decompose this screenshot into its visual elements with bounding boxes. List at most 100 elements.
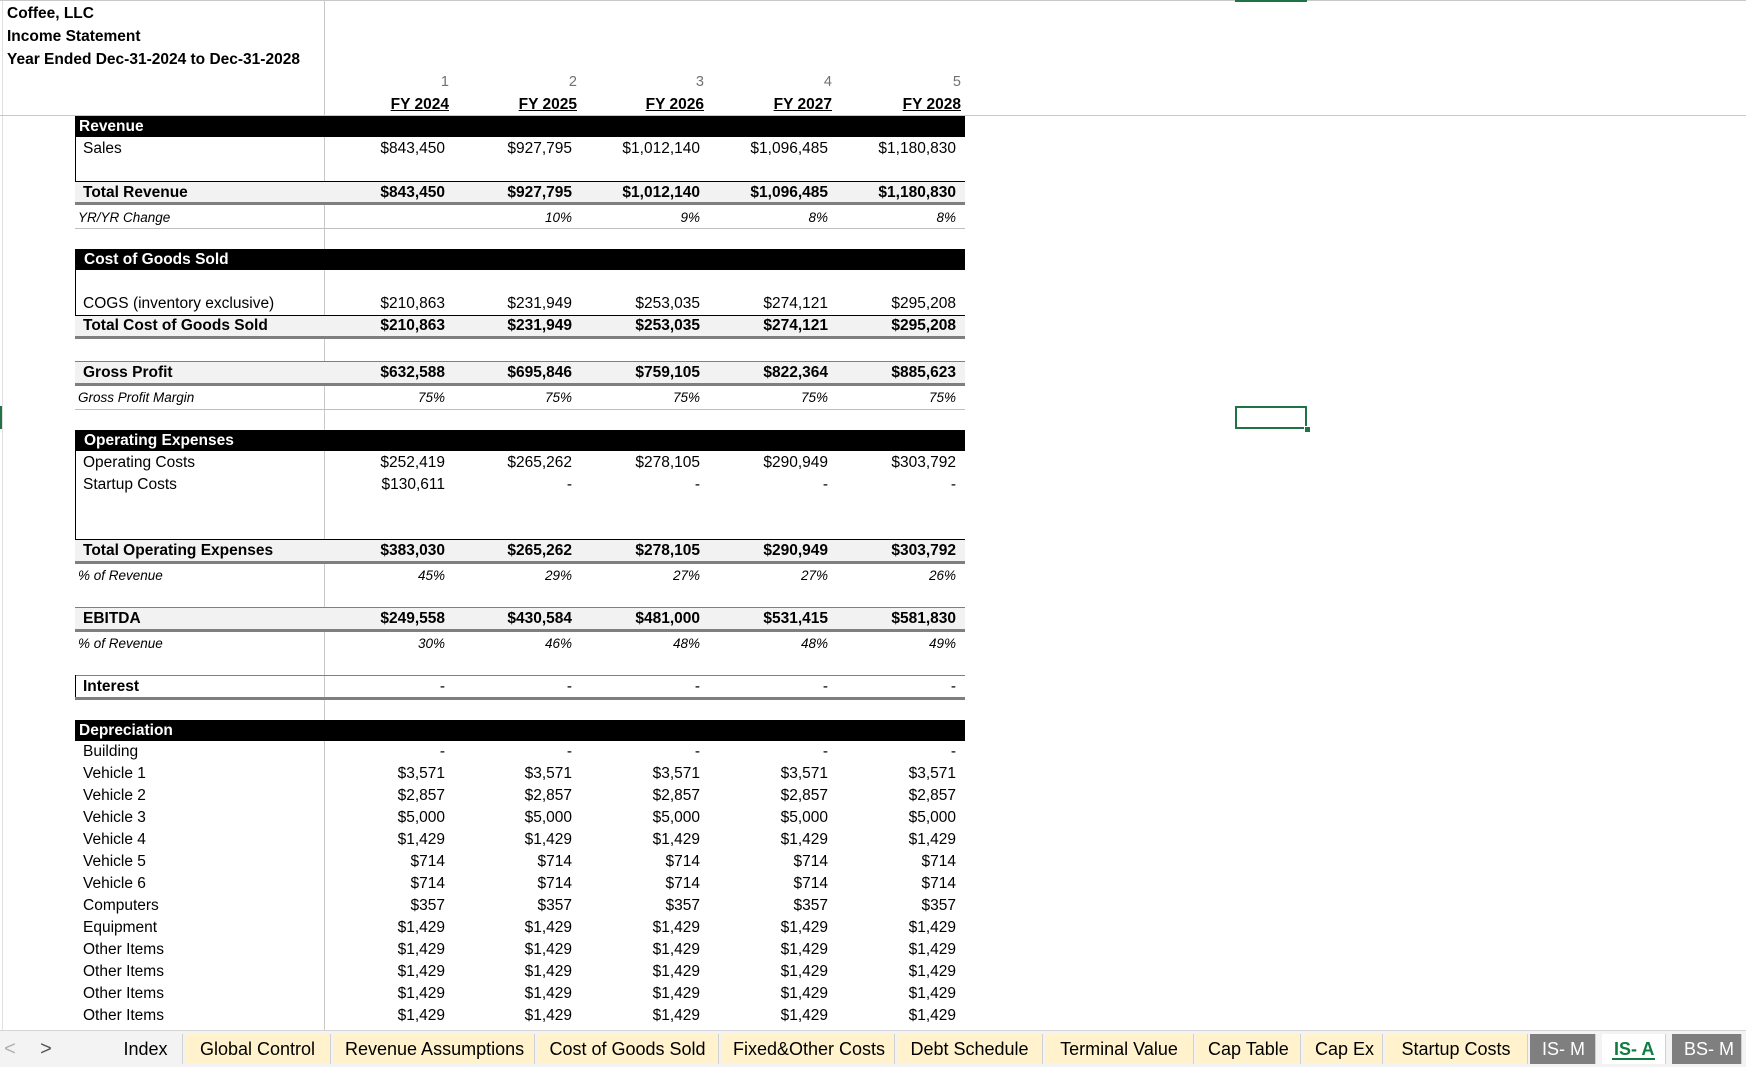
row-label-depreciation-item: Computers — [83, 897, 159, 914]
depreciation-value: $1,429 — [397, 941, 445, 958]
interest-value: - — [694, 678, 700, 695]
depreciation-value: $2,857 — [780, 787, 828, 804]
depreciation-value: $5,000 — [908, 809, 956, 826]
depreciation-value: $3,571 — [524, 765, 572, 782]
sheet-tab[interactable]: Cap Ex — [1303, 1034, 1383, 1064]
depreciation-value: $357 — [921, 897, 956, 914]
startup-costs-value: - — [822, 476, 828, 493]
depreciation-value: $1,429 — [908, 985, 956, 1002]
gross-margin-value: 75% — [417, 390, 445, 405]
depreciation-value: $1,429 — [780, 831, 828, 848]
ebitda-pct-value: 48% — [800, 636, 828, 651]
row-label-interest: Interest — [83, 678, 139, 695]
row-label-depreciation-item: Other Items — [83, 963, 164, 980]
yoy-change-value: 8% — [936, 210, 956, 225]
depreciation-value: $3,571 — [397, 765, 445, 782]
depreciation-value: $1,429 — [397, 831, 445, 848]
ebitda-value: $581,830 — [891, 610, 956, 627]
depreciation-value: $1,429 — [524, 941, 572, 958]
row-label-operating-costs: Operating Costs — [83, 454, 195, 471]
depreciation-value: - — [566, 743, 572, 760]
sales-value: $927,795 — [507, 140, 572, 157]
sheet-tab[interactable]: BS- M — [1672, 1034, 1742, 1064]
depreciation-value: - — [950, 743, 956, 760]
operating-costs-value: $303,792 — [891, 454, 956, 471]
depreciation-value: $1,429 — [652, 941, 700, 958]
box-border — [75, 675, 76, 697]
row-label-depreciation-item: Vehicle 3 — [83, 809, 146, 826]
yoy-change-value: 9% — [680, 210, 700, 225]
total-underline — [75, 202, 965, 205]
gross-profit-value: $695,846 — [507, 364, 572, 381]
depreciation-value: - — [439, 743, 445, 760]
scroll-tabs-right-icon[interactable]: > — [36, 1031, 56, 1067]
gross-profit-value: $885,623 — [891, 364, 956, 381]
sheet-tab[interactable]: Terminal Value — [1045, 1034, 1194, 1064]
yoy-change-value: 10% — [544, 210, 572, 225]
spreadsheet-grid[interactable]: Coffee, LLC Income Statement Year Ended … — [0, 0, 1746, 1030]
ebitda-value: $249,558 — [380, 610, 445, 627]
column-number: 1 — [440, 74, 449, 90]
row-label-depreciation-item: Vehicle 6 — [83, 875, 146, 892]
depreciation-value: - — [822, 743, 828, 760]
ebitda-value: $481,000 — [635, 610, 700, 627]
depreciation-value: $1,429 — [908, 963, 956, 980]
row-label-total-revenue: Total Revenue — [83, 184, 188, 201]
row-label-ebitda: EBITDA — [83, 610, 141, 627]
row-label-yoy-change: YR/YR Change — [78, 210, 171, 225]
depreciation-value: $1,429 — [780, 1007, 828, 1024]
depreciation-value: $1,429 — [524, 985, 572, 1002]
sheet-tab[interactable]: IS- M — [1530, 1034, 1596, 1064]
scroll-tabs-left-icon[interactable]: < — [0, 1031, 20, 1067]
selected-cell[interactable] — [1235, 406, 1307, 429]
box-border — [75, 137, 76, 182]
gross-margin-value: 75% — [928, 390, 956, 405]
sheet-tab[interactable]: IS- A — [1602, 1034, 1666, 1064]
total-underline — [75, 697, 965, 700]
depreciation-value: $2,857 — [524, 787, 572, 804]
fill-handle[interactable] — [1304, 426, 1311, 433]
fiscal-year-header: FY 2027 — [773, 96, 832, 113]
sales-value: $1,096,485 — [750, 140, 828, 157]
sheet-tab[interactable]: Revenue Assumptions — [333, 1034, 535, 1064]
sheet-tab[interactable]: Debt Schedule — [897, 1034, 1043, 1064]
interest-value: - — [566, 678, 572, 695]
box-border — [75, 270, 76, 315]
total-underline — [75, 561, 965, 564]
section-header-opex: Operating Expenses — [75, 430, 965, 451]
sheet-tab[interactable]: Index — [109, 1034, 183, 1064]
depreciation-value: $1,429 — [397, 1007, 445, 1024]
sheet-tab[interactable]: Startup Costs — [1385, 1034, 1528, 1064]
total-underline — [75, 383, 965, 386]
interest-value: - — [439, 678, 445, 695]
left-edge — [2, 0, 3, 1030]
row-label-gross-margin: Gross Profit Margin — [78, 390, 195, 405]
fiscal-year-header: FY 2025 — [518, 96, 577, 113]
opex-pct-value: 27% — [672, 568, 700, 583]
sheet-tab[interactable]: Cost of Goods Sold — [537, 1034, 719, 1064]
total-opex-value: $265,262 — [507, 542, 572, 559]
selected-column-indicator — [1235, 0, 1307, 2]
depreciation-value: $714 — [665, 875, 700, 892]
section-header-depreciation: Depreciation — [75, 720, 965, 741]
ebitda-pct-value: 30% — [417, 636, 445, 651]
sheet-tab[interactable]: Cap Table — [1196, 1034, 1301, 1064]
operating-costs-value: $252,419 — [380, 454, 445, 471]
row-label-depreciation-item: Vehicle 4 — [83, 831, 146, 848]
column-number: 3 — [695, 74, 704, 90]
depreciation-value: $1,429 — [524, 919, 572, 936]
depreciation-value: $3,571 — [652, 765, 700, 782]
depreciation-value: $714 — [921, 875, 956, 892]
active-tab-underline — [1612, 1058, 1655, 1060]
sheet-tab[interactable]: Fixed&Other Costs — [721, 1034, 895, 1064]
row-label-depreciation-item: Equipment — [83, 919, 158, 936]
ebitda-value: $531,415 — [763, 610, 828, 627]
depreciation-value: $714 — [537, 875, 572, 892]
sheet-tab[interactable]: Global Control — [185, 1034, 331, 1064]
gross-margin-value: 75% — [672, 390, 700, 405]
depreciation-value: $3,571 — [908, 765, 956, 782]
column-number: 2 — [568, 74, 577, 90]
column-number: 5 — [952, 74, 961, 90]
depreciation-value: $5,000 — [780, 809, 828, 826]
depreciation-value: $357 — [665, 897, 700, 914]
